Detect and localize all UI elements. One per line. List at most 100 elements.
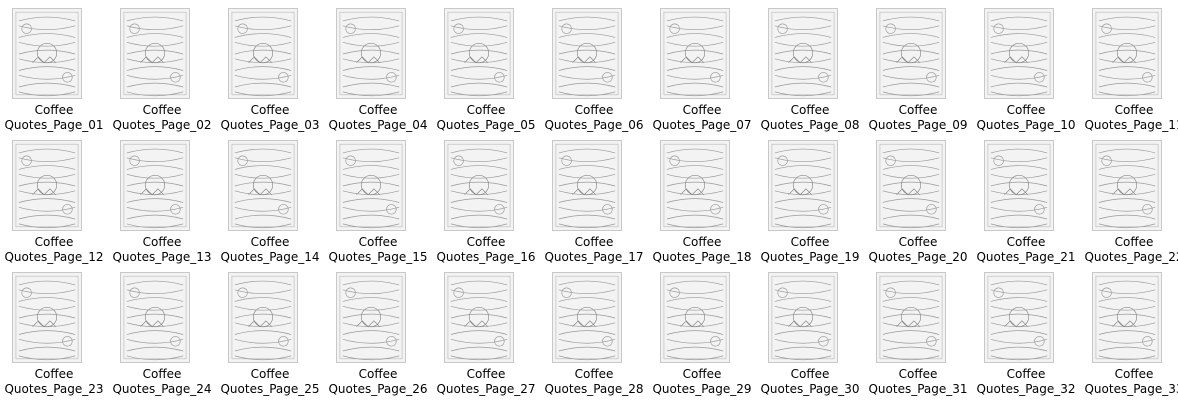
file-item[interactable]: Coffee Quotes_Page_04 <box>324 0 432 132</box>
file-name-label: Coffee Quotes_Page_13 <box>108 235 216 265</box>
file-name-line1: Coffee <box>466 103 506 117</box>
file-name-line2: Quotes_Page_25 <box>220 382 320 396</box>
file-item[interactable]: Coffee Quotes_Page_16 <box>432 132 540 264</box>
file-name-label: Coffee Quotes_Page_20 <box>864 235 972 265</box>
file-item[interactable]: Coffee Quotes_Page_09 <box>864 0 972 132</box>
file-name-label: Coffee Quotes_Page_05 <box>432 103 540 133</box>
file-name-line2: Quotes_Page_10 <box>976 118 1076 132</box>
file-name-line1: Coffee <box>1006 103 1046 117</box>
coloring-page-thumbnail-icon <box>1092 8 1162 99</box>
file-name-line1: Coffee <box>142 103 182 117</box>
file-name-label: Coffee Quotes_Page_08 <box>756 103 864 133</box>
file-name-line2: Quotes_Page_21 <box>976 250 1076 264</box>
file-name-line2: Quotes_Page_14 <box>220 250 320 264</box>
file-name-line1: Coffee <box>898 367 938 381</box>
coloring-page-thumbnail-icon <box>12 140 82 231</box>
file-name-line1: Coffee <box>142 235 182 249</box>
file-item[interactable]: Coffee Quotes_Page_29 <box>648 264 756 396</box>
coloring-page-thumbnail-icon <box>228 8 298 99</box>
file-item[interactable]: Coffee Quotes_Page_05 <box>432 0 540 132</box>
coloring-page-thumbnail-icon <box>120 8 190 99</box>
file-item[interactable]: Coffee Quotes_Page_17 <box>540 132 648 264</box>
file-item[interactable]: Coffee Quotes_Page_14 <box>216 132 324 264</box>
coloring-page-thumbnail-icon <box>660 140 730 231</box>
file-item[interactable]: Coffee Quotes_Page_11 <box>1080 0 1178 132</box>
file-item[interactable]: Coffee Quotes_Page_33 <box>1080 264 1178 396</box>
file-name-label: Coffee Quotes_Page_31 <box>864 367 972 397</box>
coloring-page-thumbnail-icon <box>552 272 622 363</box>
file-item[interactable]: Coffee Quotes_Page_25 <box>216 264 324 396</box>
file-name-line2: Quotes_Page_02 <box>112 118 212 132</box>
file-item[interactable]: Coffee Quotes_Page_22 <box>1080 132 1178 264</box>
file-item[interactable]: Coffee Quotes_Page_19 <box>756 132 864 264</box>
file-name-line1: Coffee <box>574 103 614 117</box>
file-name-line2: Quotes_Page_31 <box>868 382 968 396</box>
file-item[interactable]: Coffee Quotes_Page_12 <box>0 132 108 264</box>
file-item[interactable]: Coffee Quotes_Page_03 <box>216 0 324 132</box>
file-item[interactable]: Coffee Quotes_Page_18 <box>648 132 756 264</box>
coloring-page-thumbnail-icon <box>12 272 82 363</box>
file-name-line2: Quotes_Page_06 <box>544 118 644 132</box>
file-name-line1: Coffee <box>574 367 614 381</box>
file-name-line2: Quotes_Page_30 <box>760 382 860 396</box>
file-name-label: Coffee Quotes_Page_01 <box>0 103 108 133</box>
file-name-line1: Coffee <box>1006 235 1046 249</box>
file-item[interactable]: Coffee Quotes_Page_28 <box>540 264 648 396</box>
file-item[interactable]: Coffee Quotes_Page_07 <box>648 0 756 132</box>
coloring-page-thumbnail-icon <box>876 140 946 231</box>
file-name-line2: Quotes_Page_13 <box>112 250 212 264</box>
coloring-page-thumbnail-icon <box>1092 140 1162 231</box>
file-name-label: Coffee Quotes_Page_15 <box>324 235 432 265</box>
file-item[interactable]: Coffee Quotes_Page_20 <box>864 132 972 264</box>
coloring-page-thumbnail-icon <box>336 272 406 363</box>
coloring-page-thumbnail-icon <box>552 8 622 99</box>
file-name-line2: Quotes_Page_11 <box>1084 118 1178 132</box>
file-name-line1: Coffee <box>1114 235 1154 249</box>
file-item[interactable]: Coffee Quotes_Page_02 <box>108 0 216 132</box>
file-item[interactable]: Coffee Quotes_Page_26 <box>324 264 432 396</box>
file-item[interactable]: Coffee Quotes_Page_30 <box>756 264 864 396</box>
file-name-label: Coffee Quotes_Page_29 <box>648 367 756 397</box>
file-name-label: Coffee Quotes_Page_10 <box>972 103 1080 133</box>
file-name-label: Coffee Quotes_Page_27 <box>432 367 540 397</box>
file-item[interactable]: Coffee Quotes_Page_23 <box>0 264 108 396</box>
coloring-page-thumbnail-icon <box>120 140 190 231</box>
file-item[interactable]: Coffee Quotes_Page_13 <box>108 132 216 264</box>
file-name-line1: Coffee <box>898 103 938 117</box>
file-item[interactable]: Coffee Quotes_Page_31 <box>864 264 972 396</box>
file-name-line2: Quotes_Page_07 <box>652 118 752 132</box>
coloring-page-thumbnail-icon <box>228 140 298 231</box>
file-name-label: Coffee Quotes_Page_30 <box>756 367 864 397</box>
file-name-line1: Coffee <box>34 103 74 117</box>
file-name-line2: Quotes_Page_19 <box>760 250 860 264</box>
file-name-label: Coffee Quotes_Page_23 <box>0 367 108 397</box>
file-item[interactable]: Coffee Quotes_Page_32 <box>972 264 1080 396</box>
file-item[interactable]: Coffee Quotes_Page_10 <box>972 0 1080 132</box>
file-name-label: Coffee Quotes_Page_17 <box>540 235 648 265</box>
file-item[interactable]: Coffee Quotes_Page_21 <box>972 132 1080 264</box>
file-name-label: Coffee Quotes_Page_26 <box>324 367 432 397</box>
file-name-line2: Quotes_Page_16 <box>436 250 536 264</box>
file-name-line2: Quotes_Page_32 <box>976 382 1076 396</box>
file-name-label: Coffee Quotes_Page_02 <box>108 103 216 133</box>
file-name-label: Coffee Quotes_Page_24 <box>108 367 216 397</box>
file-item[interactable]: Coffee Quotes_Page_27 <box>432 264 540 396</box>
file-item[interactable]: Coffee Quotes_Page_24 <box>108 264 216 396</box>
file-name-line2: Quotes_Page_01 <box>4 118 104 132</box>
file-name-line1: Coffee <box>790 367 830 381</box>
file-name-label: Coffee Quotes_Page_04 <box>324 103 432 133</box>
file-item[interactable]: Coffee Quotes_Page_06 <box>540 0 648 132</box>
file-item[interactable]: Coffee Quotes_Page_08 <box>756 0 864 132</box>
file-name-label: Coffee Quotes_Page_19 <box>756 235 864 265</box>
file-item[interactable]: Coffee Quotes_Page_15 <box>324 132 432 264</box>
coloring-page-thumbnail-icon <box>444 272 514 363</box>
file-name-line2: Quotes_Page_03 <box>220 118 320 132</box>
file-name-line2: Quotes_Page_09 <box>868 118 968 132</box>
file-name-line2: Quotes_Page_23 <box>4 382 104 396</box>
file-name-label: Coffee Quotes_Page_18 <box>648 235 756 265</box>
file-name-line1: Coffee <box>1114 103 1154 117</box>
coloring-page-thumbnail-icon <box>336 8 406 99</box>
file-item[interactable]: Coffee Quotes_Page_01 <box>0 0 108 132</box>
file-name-line1: Coffee <box>898 235 938 249</box>
file-name-line1: Coffee <box>790 103 830 117</box>
